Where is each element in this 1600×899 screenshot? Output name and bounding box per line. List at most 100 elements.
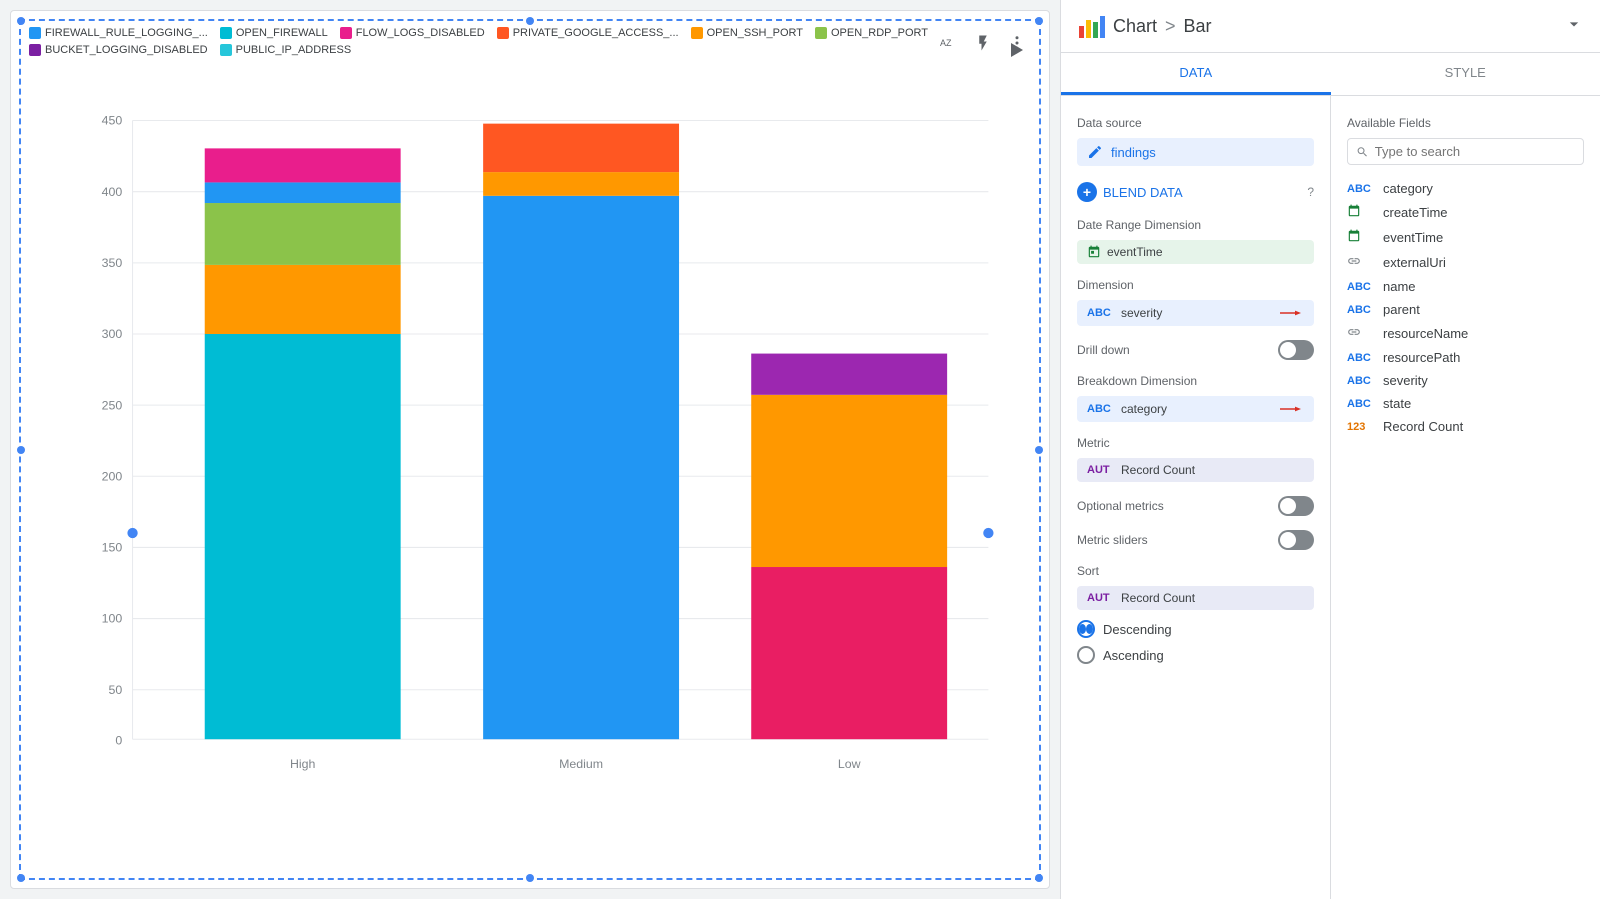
field-type-icon: ABC bbox=[1347, 352, 1375, 364]
dimension-label: Dimension bbox=[1077, 278, 1314, 292]
ascending-row[interactable]: Ascending bbox=[1077, 646, 1314, 664]
field-type-icon bbox=[1347, 229, 1375, 246]
svg-text:Medium: Medium bbox=[559, 757, 603, 771]
metric-section: Metric AUT Record Count bbox=[1077, 436, 1314, 482]
descending-radio[interactable] bbox=[1077, 620, 1095, 638]
field-name: category bbox=[1383, 181, 1433, 196]
more-icon[interactable] bbox=[1003, 29, 1031, 57]
field-row-category[interactable]: ABC category bbox=[1347, 177, 1584, 200]
right-panel: Chart > Bar DATA STYLE Data source findi… bbox=[1060, 0, 1600, 899]
svg-text:AZ: AZ bbox=[940, 38, 952, 48]
available-fields-panel: Available Fields ABC category createTime bbox=[1331, 96, 1600, 899]
legend-label: PUBLIC_IP_ADDRESS bbox=[236, 44, 352, 56]
field-name: externalUri bbox=[1383, 255, 1446, 270]
data-source-chip[interactable]: findings bbox=[1077, 138, 1314, 166]
field-row-name[interactable]: ABC name bbox=[1347, 275, 1584, 298]
field-row-resourcepath[interactable]: ABC resourcePath bbox=[1347, 346, 1584, 369]
drill-down-label: Drill down bbox=[1077, 343, 1130, 357]
chart-area: AZ FIREWALL_RULE_LOGGING_... OPEN_FIREWA… bbox=[10, 10, 1050, 889]
optional-metrics-label: Optional metrics bbox=[1077, 499, 1164, 513]
date-range-chip[interactable]: eventTime bbox=[1077, 240, 1314, 264]
resize-handle-tl[interactable] bbox=[17, 17, 25, 25]
metric-sliders-toggle[interactable] bbox=[1278, 530, 1314, 550]
ascending-radio[interactable] bbox=[1077, 646, 1095, 664]
breadcrumb-separator: > bbox=[1165, 16, 1176, 37]
legend-label: OPEN_RDP_PORT bbox=[831, 27, 928, 39]
date-range-label: Date Range Dimension bbox=[1077, 218, 1314, 232]
field-name: severity bbox=[1383, 373, 1428, 388]
legend-label: OPEN_FIREWALL bbox=[236, 27, 328, 39]
field-name: name bbox=[1383, 279, 1416, 294]
field-name: state bbox=[1383, 396, 1411, 411]
legend-dot bbox=[815, 27, 827, 39]
resize-handle-tr[interactable] bbox=[1035, 17, 1043, 25]
panel-chevron[interactable] bbox=[1564, 14, 1584, 39]
legend-dot bbox=[29, 27, 41, 39]
breakdown-chip[interactable]: ABC category bbox=[1077, 396, 1314, 422]
drill-down-toggle[interactable] bbox=[1278, 340, 1314, 360]
field-type-icon: ABC bbox=[1347, 304, 1375, 316]
field-row-eventtime[interactable]: eventTime bbox=[1347, 225, 1584, 250]
breakdown-section: Breakdown Dimension ABC category bbox=[1077, 374, 1314, 422]
svg-text:50: 50 bbox=[108, 683, 122, 697]
metric-value: Record Count bbox=[1121, 463, 1195, 477]
sort-icon[interactable]: AZ bbox=[935, 29, 963, 57]
sort-chip[interactable]: AUT Record Count bbox=[1077, 586, 1314, 610]
tab-data[interactable]: DATA bbox=[1061, 53, 1331, 95]
chart-wrapper: AZ FIREWALL_RULE_LOGGING_... OPEN_FIREWA… bbox=[19, 19, 1041, 880]
search-field bbox=[1347, 138, 1584, 165]
panel-header: Chart > Bar bbox=[1061, 0, 1600, 53]
chart-toolbar: AZ bbox=[935, 29, 1031, 57]
descending-label: Descending bbox=[1103, 622, 1172, 637]
chart-title-text: Chart bbox=[1113, 16, 1157, 37]
blend-data-text: BLEND DATA bbox=[1103, 185, 1183, 200]
legend-dot bbox=[691, 27, 703, 39]
field-name: resourcePath bbox=[1383, 350, 1460, 365]
legend-dot bbox=[220, 27, 232, 39]
data-source-section: Data source findings + BLEND DATA ? bbox=[1077, 116, 1314, 202]
svg-text:400: 400 bbox=[102, 185, 123, 199]
legend-item: OPEN_RDP_PORT bbox=[815, 27, 928, 39]
lightning-icon[interactable] bbox=[969, 29, 997, 57]
blend-data-row[interactable]: + BLEND DATA ? bbox=[1077, 182, 1314, 202]
drill-down-row: Drill down bbox=[1077, 340, 1314, 360]
descending-row[interactable]: Descending bbox=[1077, 620, 1314, 638]
dimension-chip[interactable]: ABC severity bbox=[1077, 300, 1314, 326]
field-row-externaluri[interactable]: externalUri bbox=[1347, 250, 1584, 275]
date-range-value: eventTime bbox=[1107, 245, 1163, 259]
tab-style[interactable]: STYLE bbox=[1331, 53, 1600, 95]
legend-label: BUCKET_LOGGING_DISABLED bbox=[45, 44, 208, 56]
resize-handle-tm[interactable] bbox=[526, 17, 534, 25]
dimension-value: severity bbox=[1121, 306, 1162, 320]
field-type-icon: 123 bbox=[1347, 421, 1375, 433]
breakdown-arrow bbox=[1280, 401, 1304, 417]
bar-chart-svg: 0 50 100 150 200 250 300 350 400 450 bbox=[81, 63, 1009, 838]
field-row-severity[interactable]: ABC severity bbox=[1347, 369, 1584, 392]
metric-chip[interactable]: AUT Record Count bbox=[1077, 458, 1314, 482]
field-row-record-count[interactable]: 123 Record Count bbox=[1347, 415, 1584, 438]
legend-item: PUBLIC_IP_ADDRESS bbox=[220, 44, 352, 56]
metric-type-label: AUT bbox=[1087, 464, 1115, 476]
legend-item: BUCKET_LOGGING_DISABLED bbox=[29, 44, 208, 56]
field-row-resourcename[interactable]: resourceName bbox=[1347, 321, 1584, 346]
dimension-section: Dimension ABC severity bbox=[1077, 278, 1314, 326]
field-type-icon: ABC bbox=[1347, 281, 1375, 293]
legend-label: OPEN_SSH_PORT bbox=[707, 27, 803, 39]
field-name: createTime bbox=[1383, 205, 1448, 220]
sort-value: Record Count bbox=[1121, 591, 1195, 605]
field-type-icon bbox=[1347, 254, 1375, 271]
optional-metrics-toggle[interactable] bbox=[1278, 496, 1314, 516]
sort-label: Sort bbox=[1077, 564, 1314, 578]
data-source-text: findings bbox=[1111, 145, 1156, 160]
panel-content: Data source findings + BLEND DATA ? Date… bbox=[1061, 96, 1600, 899]
search-input[interactable] bbox=[1375, 144, 1575, 159]
blend-help-icon[interactable]: ? bbox=[1307, 185, 1314, 199]
field-type-icon bbox=[1347, 325, 1375, 342]
panel-title: Chart > Bar bbox=[1113, 16, 1212, 37]
legend-item: PRIVATE_GOOGLE_ACCESS_... bbox=[497, 27, 679, 39]
field-row-state[interactable]: ABC state bbox=[1347, 392, 1584, 415]
field-row-parent[interactable]: ABC parent bbox=[1347, 298, 1584, 321]
field-type-icon: ABC bbox=[1347, 183, 1375, 195]
field-type-icon: ABC bbox=[1347, 398, 1375, 410]
field-row-createtime[interactable]: createTime bbox=[1347, 200, 1584, 225]
